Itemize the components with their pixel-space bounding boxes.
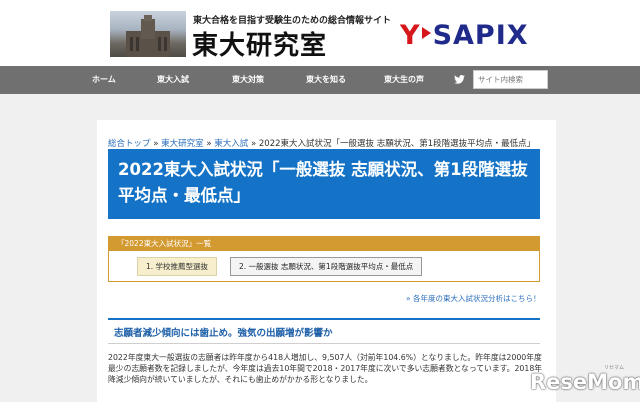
section-heading: 志願者減少傾向には歯止め。強気の出願増が影響か: [114, 328, 333, 339]
ysapix-logo-y: Y: [400, 20, 421, 51]
series-index-heading: 「2022東大入試状況」一覧: [109, 237, 539, 251]
body-line: 降減少傾向が続いていましたが、それにも歯止めがかかる形となりました。: [108, 375, 373, 384]
article-title-box: 2022東大入試状況「一般選抜 志願状況、第1段階選抜平均点・最低点」: [108, 149, 540, 219]
nav-item-home[interactable]: ホーム: [92, 66, 116, 94]
breadcrumb-separator: »: [206, 139, 212, 149]
breadcrumb-link-top[interactable]: 総合トップ: [108, 139, 151, 149]
series-item-1[interactable]: 1. 学校推薦型選抜: [137, 257, 218, 276]
ysapix-arrow-icon: [421, 27, 431, 39]
nav-item-prep[interactable]: 東大対策: [232, 66, 264, 94]
breadcrumb: 総合トップ » 東大研究室 » 東大入試 » 2022東大入試状況「一般選抜 志…: [108, 137, 535, 149]
breadcrumb-link-exam[interactable]: 東大入試: [214, 139, 248, 149]
body-line: 最少の志願者数を記録しましたが、今年度は過去10年間で2018・2017年度に次…: [108, 364, 542, 373]
article-title: 2022東大入試状況「一般選抜 志願状況、第1段階選抜平均点・最低点」: [118, 160, 528, 205]
resemom-watermark: ReseMom: [530, 370, 640, 394]
ysapix-logo-rest: SAPIX: [432, 20, 529, 51]
series-index-box: 「2022東大入試状況」一覧 1. 学校推薦型選抜 2. 一般選抜 志願状況、第…: [108, 236, 540, 282]
breadcrumb-separator: »: [153, 139, 159, 149]
nav-item-about[interactable]: 東大を知る: [306, 66, 346, 94]
breadcrumb-link-lab[interactable]: 東大研究室: [161, 139, 204, 149]
nav-item-voices[interactable]: 東大生の声: [384, 66, 424, 94]
site-search-input[interactable]: [473, 70, 548, 89]
site-logo-text[interactable]: 東大研究室: [192, 25, 327, 62]
nav-item-exam[interactable]: 東大入試: [157, 66, 189, 94]
site-header: 東大合格を目指す受験生のための総合情報サイト 東大研究室 Y SAPIX: [0, 0, 640, 66]
breadcrumb-current: 2022東大入試状況「一般選抜 志願状況、第1段階選抜平均点・最低点」: [258, 139, 536, 149]
series-item-2[interactable]: 2. 一般選抜 志願状況、第1段階選抜平均点・最低点: [230, 257, 423, 276]
body-line: 2022年度東大一般選抜の志願者は昨年度から418人増加し、9,507人（対前年…: [108, 353, 542, 362]
past-analysis-link[interactable]: » 各年度の東大入試状況分析はこちら！: [406, 293, 540, 304]
ysapix-logo[interactable]: Y SAPIX: [400, 20, 529, 51]
twitter-icon[interactable]: [454, 75, 465, 84]
yasuda-auditorium-logo-image[interactable]: [110, 11, 186, 57]
section-heading-box: 志願者減少傾向には歯止め。強気の出願増が影響か: [108, 318, 540, 344]
breadcrumb-separator: »: [250, 139, 257, 149]
article-body: 2022年度東大一般選抜の志願者は昨年度から418人増加し、9,507人（対前年…: [108, 352, 542, 385]
